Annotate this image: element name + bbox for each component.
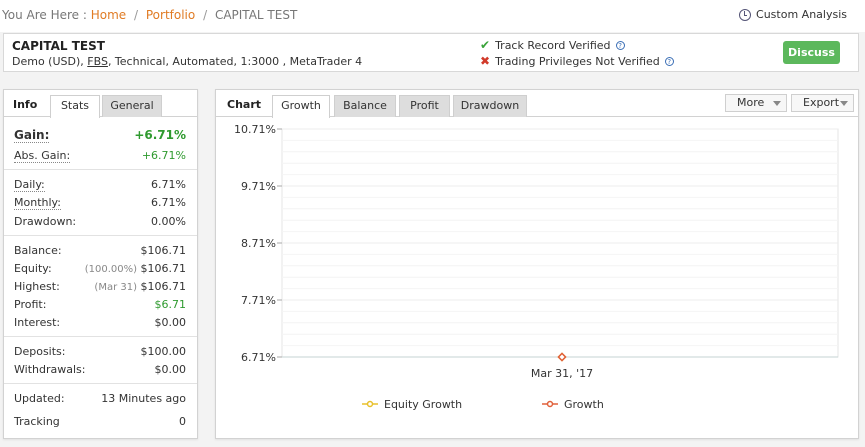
highest-value: $106.71	[140, 280, 187, 293]
equity-percent: (100.00%)	[84, 264, 137, 275]
balance-value: $106.71	[140, 244, 187, 257]
tracking-value: 0	[179, 415, 186, 428]
system-header: CAPITAL TEST Demo (USD), FBS, Technical,…	[3, 33, 859, 72]
profit-label: Profit:	[14, 298, 47, 311]
chevron-down-icon	[840, 101, 848, 106]
divider	[4, 383, 197, 384]
breadcrumb-separator: /	[203, 8, 208, 22]
gain-value: +6.71%	[134, 128, 186, 142]
divider	[4, 169, 197, 170]
y-tick-label: 8.71%	[241, 237, 276, 250]
y-tick-label: 7.71%	[241, 294, 276, 307]
discuss-button[interactable]: Discuss	[783, 41, 840, 64]
chart-panel: Chart Growth Balance Profit Drawdown Mor…	[215, 89, 859, 439]
tab-drawdown[interactable]: Drawdown	[453, 95, 527, 117]
monthly-value: 6.71%	[151, 196, 186, 209]
legend-marker	[546, 400, 554, 408]
system-desc-details: , Technical, Automated, 1:3000 , MetaTra…	[107, 55, 363, 68]
info-panel-header: Info Stats General	[4, 90, 197, 118]
system-name: CAPITAL TEST	[12, 39, 105, 53]
custom-analysis-label: Custom Analysis	[756, 8, 847, 21]
drawdown-value: 0.00%	[151, 215, 186, 228]
breadcrumb-home-link[interactable]: Home	[91, 8, 126, 22]
system-desc-account: Demo (USD),	[12, 55, 84, 68]
divider	[4, 235, 197, 236]
divider	[4, 336, 197, 337]
y-tick-label: 6.71%	[241, 351, 276, 364]
abs-gain-value: +6.71%	[141, 149, 186, 162]
tab-growth[interactable]: Growth	[272, 95, 330, 118]
legend-label: Growth	[564, 398, 604, 411]
withdrawals-value: $0.00	[154, 363, 187, 376]
deposits-label: Deposits:	[14, 345, 66, 358]
daily-value: 6.71%	[151, 178, 186, 191]
updated-value: 13 Minutes ago	[101, 392, 186, 405]
interest-label: Interest:	[14, 316, 61, 329]
profit-value: $6.71	[154, 298, 187, 311]
tab-stats[interactable]: Stats	[50, 95, 100, 118]
checkmark-icon: ✔	[480, 38, 491, 52]
equity-label: Equity:	[14, 262, 52, 275]
breadcrumb-separator: /	[133, 8, 139, 22]
deposits-value: $100.00	[140, 345, 187, 358]
breadcrumb-current: CAPITAL TEST	[214, 8, 298, 22]
y-tick-label: 9.71%	[241, 180, 276, 193]
export-dropdown[interactable]: Export	[791, 94, 854, 112]
legend-marker	[366, 400, 374, 408]
export-dropdown-label: Export	[803, 96, 840, 109]
chevron-down-icon	[773, 101, 781, 106]
highest-date: (Mar 31)	[94, 282, 137, 293]
withdrawals-label: Withdrawals:	[14, 363, 86, 376]
cross-icon: ✖	[480, 54, 491, 68]
more-dropdown-label: More	[737, 96, 765, 109]
trading-privileges-label: Trading Privileges Not Verified	[495, 54, 660, 68]
updated-label: Updated:	[14, 392, 65, 405]
balance-label: Balance:	[14, 244, 62, 257]
chart-panel-header: Chart Growth Balance Profit Drawdown Mor…	[216, 90, 858, 118]
tab-general[interactable]: General	[102, 95, 162, 117]
tab-profit[interactable]: Profit	[399, 95, 450, 117]
trading-privileges-status: ✖ Trading Privileges Not Verified ?	[480, 54, 674, 68]
help-icon[interactable]: ?	[615, 40, 625, 50]
broker-link[interactable]: FBS	[87, 55, 108, 68]
info-panel: Info Stats General Gain: +6.71% Abs. Gai…	[3, 89, 198, 439]
track-record-label: Track Record Verified	[495, 38, 611, 52]
track-record-status: ✔ Track Record Verified ?	[480, 38, 625, 52]
legend-label: Equity Growth	[384, 398, 462, 411]
system-description: Demo (USD), FBS, Technical, Automated, 1…	[12, 55, 362, 68]
breadcrumb: You Are Here : Home / Portfolio / CAPITA…	[2, 8, 297, 22]
gain-label: Gain:	[14, 128, 50, 143]
growth-chart: 10.71% 9.71% 8.71% 7.71% 6.71% Mar 31, '17 Equ…	[234, 123, 839, 411]
tracking-label: Tracking	[14, 415, 60, 428]
abs-gain-label: Abs. Gain:	[14, 149, 71, 163]
monthly-label: Monthly:	[14, 196, 61, 210]
y-tick-label: 10.71%	[234, 123, 276, 136]
breadcrumb-portfolio-link[interactable]: Portfolio	[146, 8, 195, 22]
daily-label: Daily:	[14, 178, 45, 192]
x-tick-label: Mar 31, '17	[531, 367, 593, 380]
chart-panel-title: Chart	[227, 98, 262, 111]
info-panel-title: Info	[13, 98, 38, 111]
breadcrumb-prefix: You Are Here :	[2, 8, 87, 22]
more-dropdown[interactable]: More	[725, 94, 787, 112]
interest-value: $0.00	[154, 316, 187, 329]
equity-value: $106.71	[140, 262, 187, 275]
highest-label: Highest:	[14, 280, 60, 293]
help-icon[interactable]: ?	[664, 56, 674, 66]
tab-balance[interactable]: Balance	[334, 95, 396, 117]
clock-icon	[739, 8, 752, 21]
breadcrumb-bar: You Are Here : Home / Portfolio / CAPITA…	[0, 0, 865, 32]
custom-analysis-link[interactable]: Custom Analysis	[739, 8, 847, 21]
drawdown-label: Drawdown:	[14, 215, 77, 228]
